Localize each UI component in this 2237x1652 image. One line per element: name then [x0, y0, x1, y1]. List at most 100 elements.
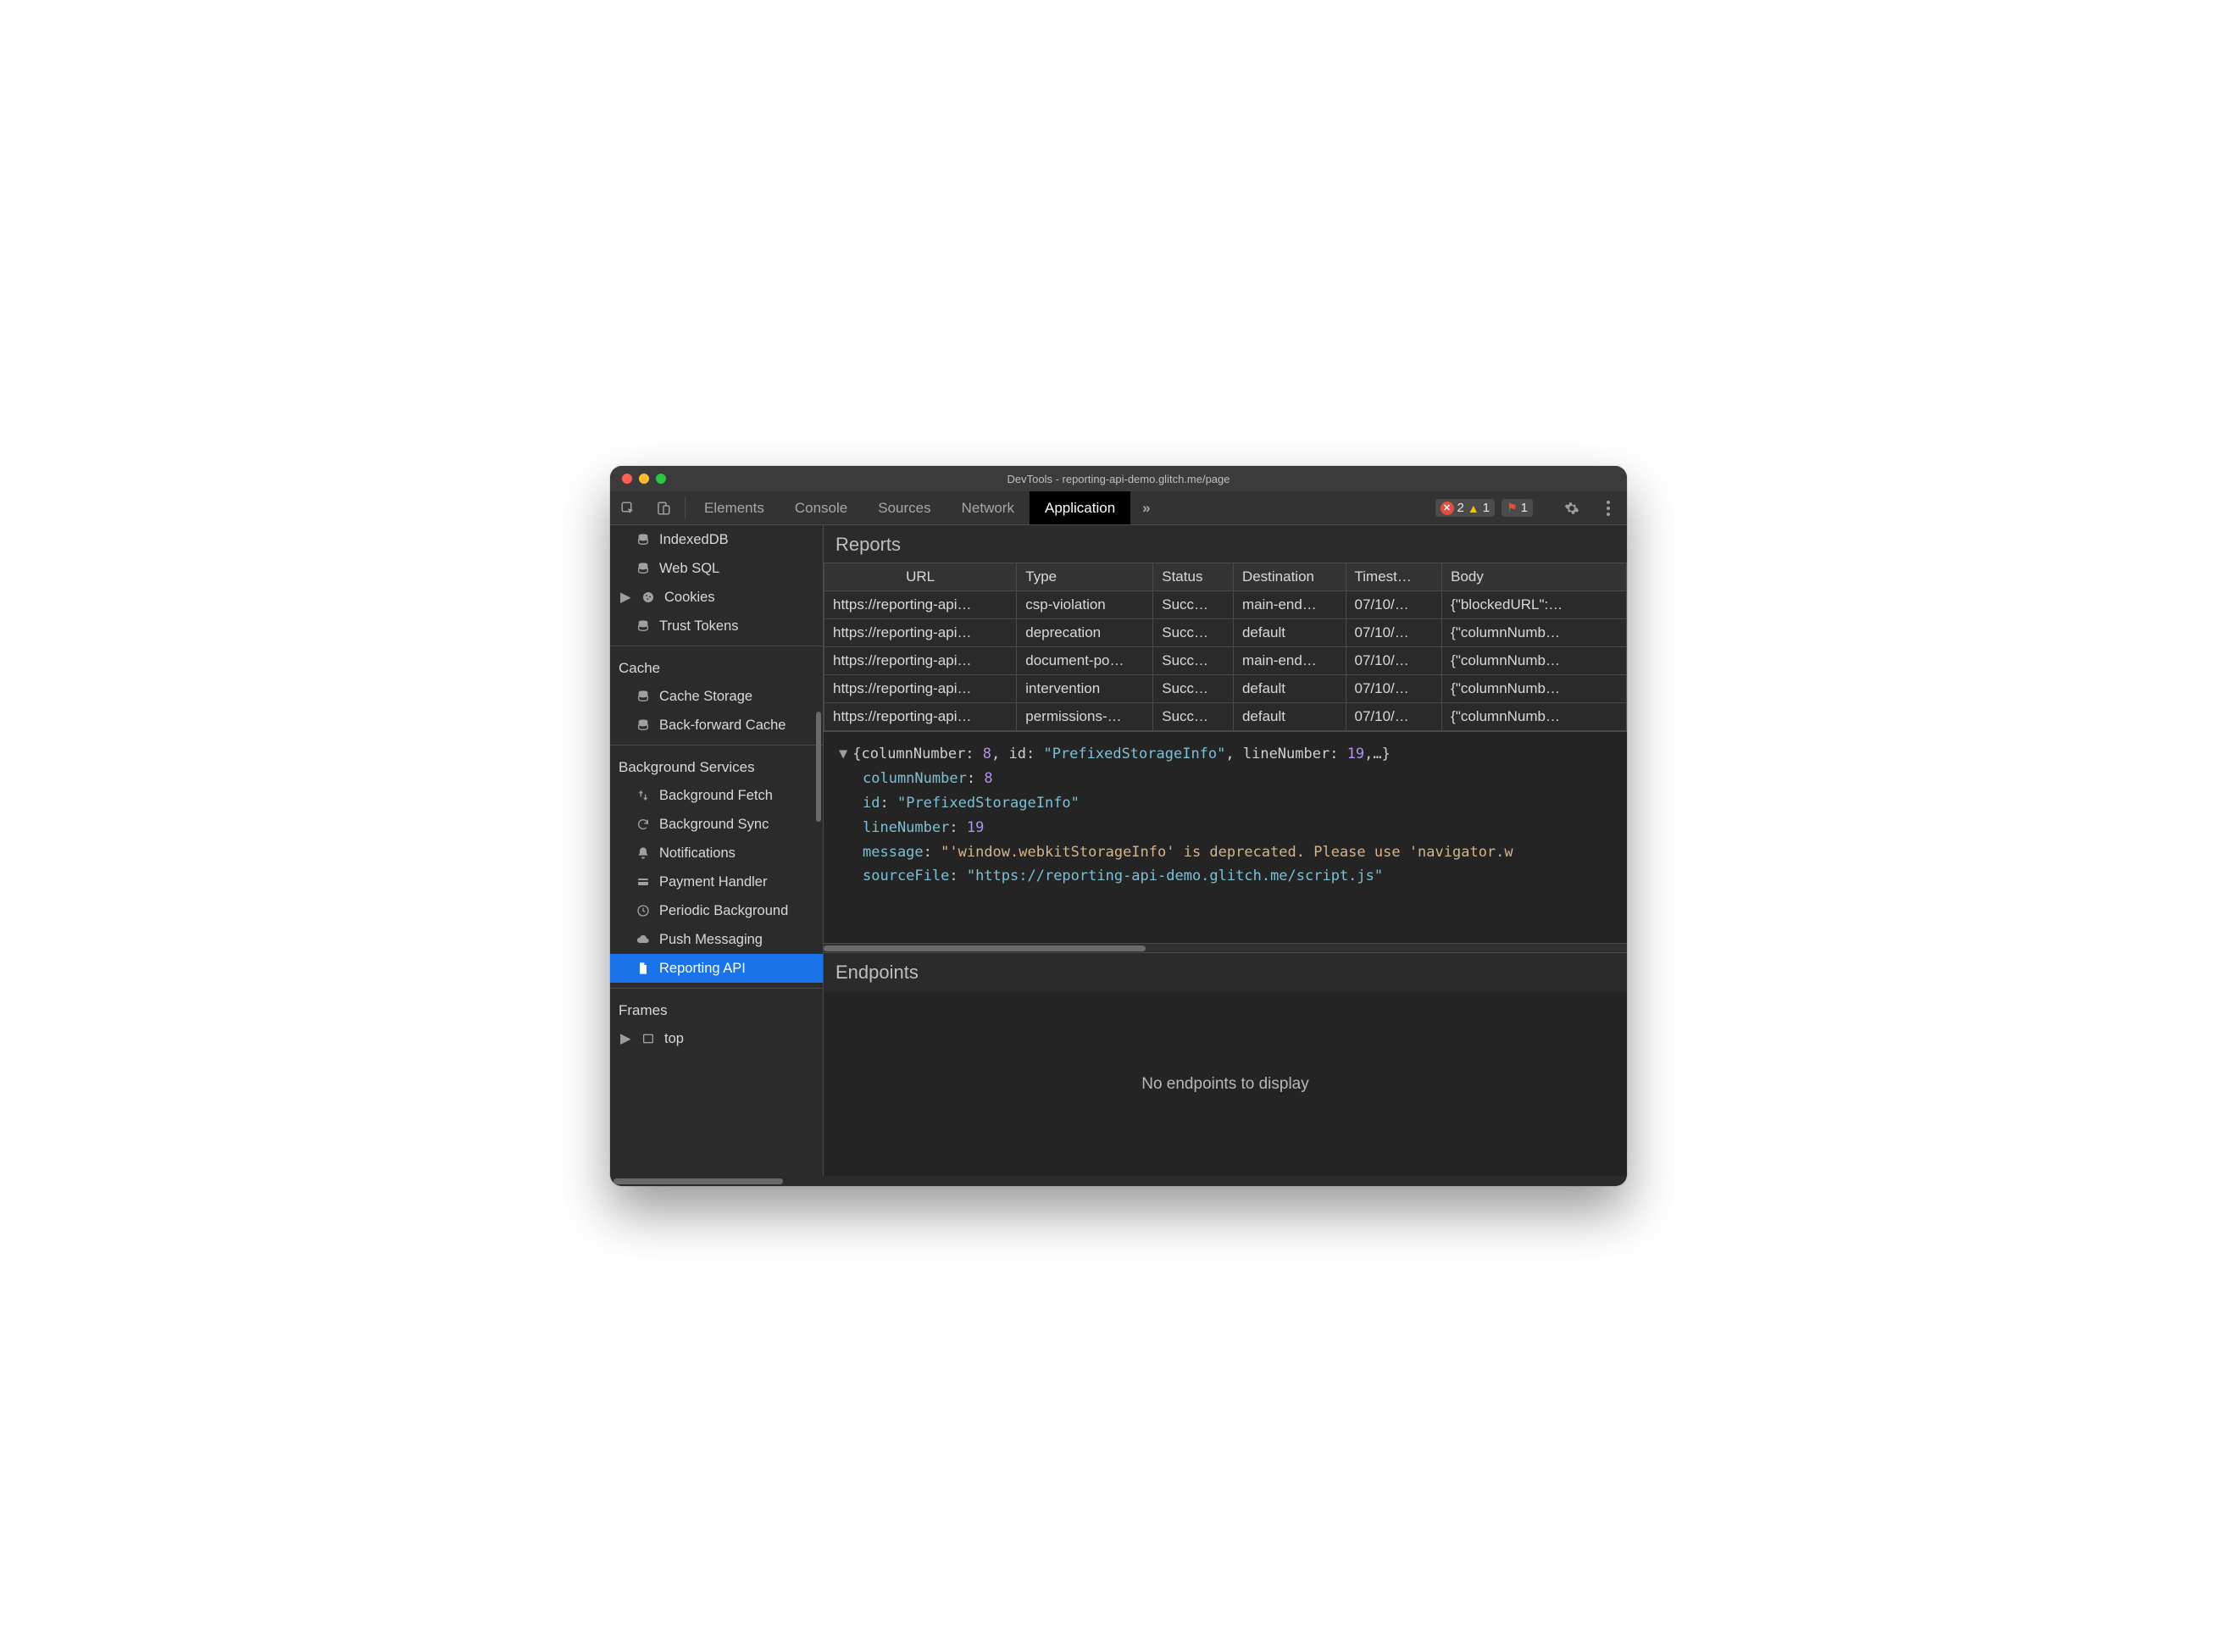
issues-badge[interactable]: ⚑ 1	[1502, 499, 1533, 517]
cell-ts: 07/10/…	[1346, 647, 1442, 675]
cell-dest: default	[1233, 703, 1346, 731]
sidebar-item-trust-tokens[interactable]: Trust Tokens	[610, 612, 823, 640]
table-row[interactable]: https://reporting-api…permissions-…Succ……	[824, 703, 1627, 731]
close-icon[interactable]	[622, 474, 632, 484]
main-pane: Reports URL Type Status Destination Time…	[824, 525, 1627, 1176]
sidebar-group-frames: Frames	[610, 994, 823, 1024]
sidebar-item-indexeddb[interactable]: IndexedDB	[610, 525, 823, 554]
cell-type: intervention	[1017, 675, 1153, 703]
tab-application[interactable]: Application	[1030, 491, 1130, 524]
device-toggle-icon[interactable]	[646, 491, 681, 524]
th-body[interactable]: Body	[1442, 563, 1627, 591]
cell-ts: 07/10/…	[1346, 619, 1442, 647]
report-detail[interactable]: ▼{columnNumber: 8, id: "PrefixedStorageI…	[824, 731, 1627, 943]
cell-body: {"blockedURL":…	[1442, 591, 1627, 619]
updown-icon	[636, 788, 651, 803]
cell-body: {"columnNumb…	[1442, 675, 1627, 703]
cell-ts: 07/10/…	[1346, 591, 1442, 619]
cell-ts: 07/10/…	[1346, 675, 1442, 703]
caret-down-icon[interactable]: ▼	[839, 746, 847, 762]
expand-arrow-icon[interactable]: ▶	[620, 1030, 629, 1047]
cell-dest: main-end…	[1233, 647, 1346, 675]
cell-type: deprecation	[1017, 619, 1153, 647]
cell-status: Succ…	[1153, 647, 1234, 675]
warning-count: 1	[1483, 501, 1490, 515]
tab-elements[interactable]: Elements	[689, 491, 780, 524]
detail-summary[interactable]: ▼{columnNumber: 8, id: "PrefixedStorageI…	[839, 742, 1612, 767]
settings-icon[interactable]	[1554, 501, 1590, 516]
th-destination[interactable]: Destination	[1233, 563, 1346, 591]
table-row[interactable]: https://reporting-api…deprecationSucc…de…	[824, 619, 1627, 647]
error-warning-badge[interactable]: ✕ 2 ▲ 1	[1435, 499, 1496, 517]
cell-status: Succ…	[1153, 619, 1234, 647]
th-timestamp[interactable]: Timest…	[1346, 563, 1442, 591]
detail-hscrollbar[interactable]	[824, 943, 1627, 952]
detail-prop: lineNumber: 19	[839, 816, 1612, 840]
scrollbar-thumb[interactable]	[613, 1178, 783, 1184]
endpoints-empty-text: No endpoints to display	[1141, 1075, 1309, 1094]
expand-arrow-icon[interactable]: ▶	[620, 589, 629, 606]
kebab-menu-icon[interactable]	[1596, 501, 1620, 516]
page-icon	[636, 961, 651, 976]
sidebar-item-websql[interactable]: Web SQL	[610, 554, 823, 583]
cell-url: https://reporting-api…	[824, 591, 1017, 619]
detail-prop: message: "'window.webkitStorageInfo' is …	[839, 840, 1612, 865]
inspect-icon[interactable]	[610, 491, 646, 524]
sidebar-group-cache: Cache	[610, 651, 823, 682]
sidebar-item-bfcache[interactable]: Back-forward Cache	[610, 711, 823, 740]
reports-title: Reports	[824, 525, 1627, 563]
sidebar-item-label: Web SQL	[659, 561, 719, 577]
sidebar-item-label: Periodic Background	[659, 903, 788, 919]
error-icon: ✕	[1440, 502, 1454, 515]
sidebar-item-push-messaging[interactable]: Push Messaging	[610, 925, 823, 954]
card-icon	[636, 874, 651, 890]
scrollbar-thumb[interactable]	[824, 945, 1146, 951]
database-icon	[636, 532, 651, 547]
sidebar-item-label: Background Fetch	[659, 788, 773, 804]
more-tabs-icon[interactable]: »	[1130, 491, 1162, 524]
cloud-icon	[636, 932, 651, 947]
sidebar-item-payment-handler[interactable]: Payment Handler	[610, 868, 823, 896]
sidebar-item-label: Cookies	[664, 590, 715, 606]
sync-icon	[636, 817, 651, 832]
sidebar-hscrollbar[interactable]	[610, 1176, 1627, 1186]
devtools-toolbar: Elements Console Sources Network Applica…	[610, 491, 1627, 525]
table-header-row: URL Type Status Destination Timest… Body	[824, 563, 1627, 591]
cell-body: {"columnNumb…	[1442, 703, 1627, 731]
sidebar-item-bg-sync[interactable]: Background Sync	[610, 810, 823, 839]
sidebar-item-periodic-bg[interactable]: Periodic Background	[610, 896, 823, 925]
sidebar-item-label: Reporting API	[659, 961, 746, 977]
table-row[interactable]: https://reporting-api…csp-violationSucc……	[824, 591, 1627, 619]
th-status[interactable]: Status	[1153, 563, 1234, 591]
sidebar-item-label: Cache Storage	[659, 689, 752, 705]
table-row[interactable]: https://reporting-api…document-po…Succ…m…	[824, 647, 1627, 675]
sidebar-item-bg-fetch[interactable]: Background Fetch	[610, 781, 823, 810]
minimize-icon[interactable]	[639, 474, 649, 484]
detail-prop: columnNumber: 8	[839, 767, 1612, 791]
maximize-icon[interactable]	[656, 474, 666, 484]
tab-console[interactable]: Console	[780, 491, 863, 524]
database-icon	[636, 718, 651, 733]
sidebar-item-cookies[interactable]: ▶ Cookies	[610, 583, 823, 612]
tab-network[interactable]: Network	[946, 491, 1030, 524]
sidebar-item-reporting-api[interactable]: Reporting API	[610, 954, 823, 983]
cell-dest: main-end…	[1233, 591, 1346, 619]
cell-type: document-po…	[1017, 647, 1153, 675]
window-title: DevTools - reporting-api-demo.glitch.me/…	[610, 473, 1627, 485]
traffic-lights	[622, 474, 666, 484]
cell-dest: default	[1233, 619, 1346, 647]
toolbar-badges: ✕ 2 ▲ 1 ⚑ 1	[1429, 491, 1627, 524]
toolbar-divider	[685, 496, 686, 519]
database-icon	[636, 561, 651, 576]
tab-sources[interactable]: Sources	[863, 491, 946, 524]
sidebar-item-cache-storage[interactable]: Cache Storage	[610, 682, 823, 711]
sidebar-item-notifications[interactable]: Notifications	[610, 839, 823, 868]
th-type[interactable]: Type	[1017, 563, 1153, 591]
sidebar-scrollbar[interactable]	[814, 525, 823, 1176]
table-row[interactable]: https://reporting-api…interventionSucc…d…	[824, 675, 1627, 703]
sidebar-separator	[610, 988, 823, 989]
sidebar-item-label: Back-forward Cache	[659, 718, 785, 734]
scrollbar-thumb[interactable]	[816, 712, 821, 822]
sidebar-item-top-frame[interactable]: ▶ top	[610, 1024, 823, 1053]
th-url[interactable]: URL	[824, 563, 1017, 591]
